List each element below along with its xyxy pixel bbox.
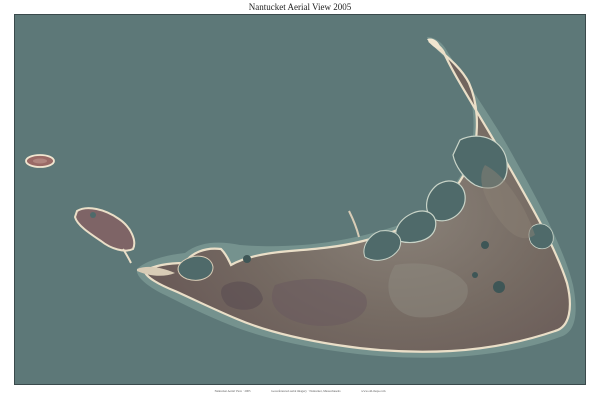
map-footer: Nantucket Aerial View · 2005 Georeferenc… [0,389,600,393]
inland-pond [481,241,489,249]
footer-center: Georeferenced aerial imagery · Nantucket… [271,389,341,393]
harbor-jetty [348,210,360,238]
tuckernuck-pond [90,212,96,218]
tuckernuck-island [73,207,136,252]
inland-pond [472,272,478,278]
map-frame [14,14,586,385]
footer-right: www.old-maps.com [361,389,386,393]
aerial-map [25,37,576,358]
footer-left: Nantucket Aerial View · 2005 [214,389,251,393]
muskeget-marsh [33,158,47,164]
inland-pond [493,281,505,293]
map-title: Nantucket Aerial View 2005 [248,2,352,12]
inland-pond [243,255,251,263]
